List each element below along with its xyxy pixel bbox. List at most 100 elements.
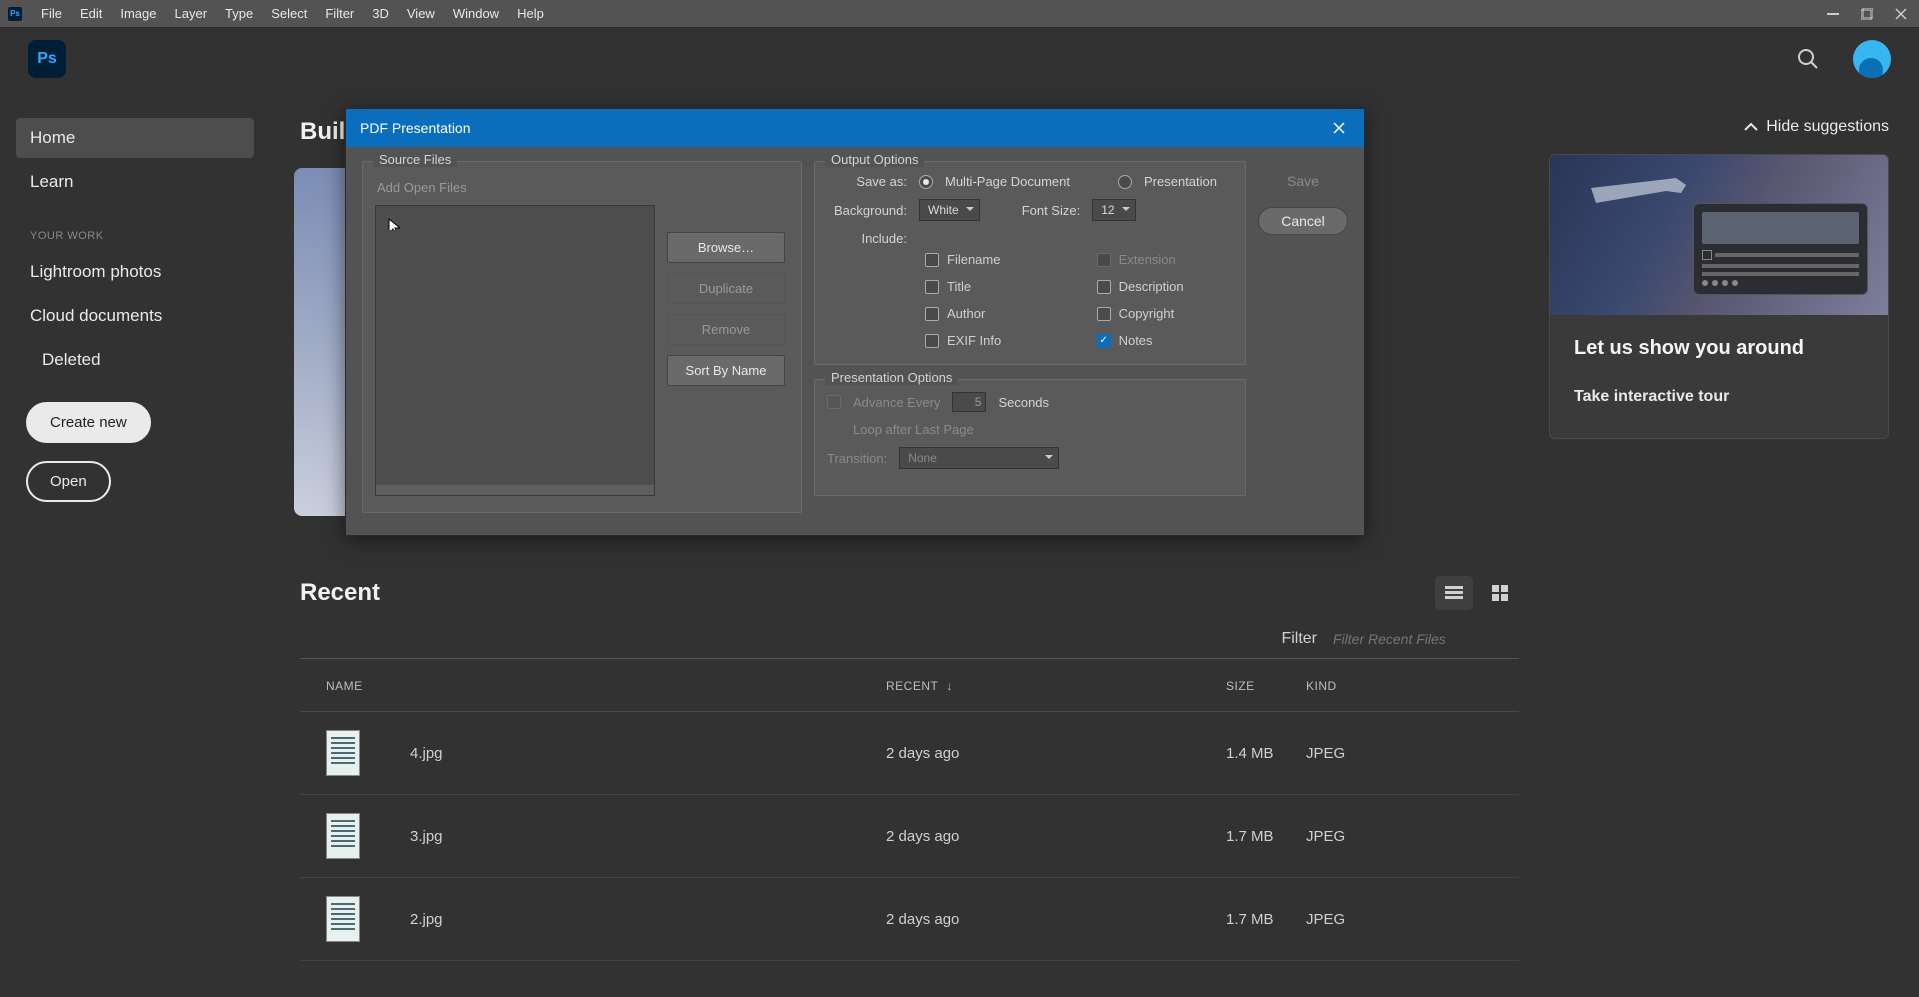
background-dropdown[interactable]: White — [919, 199, 980, 221]
multi-page-radio[interactable] — [919, 175, 933, 189]
table-row[interactable]: 4.jpg 2 days ago 1.4 MB JPEG — [300, 712, 1519, 795]
tour-card-image — [1550, 155, 1888, 315]
grid-view-button[interactable] — [1481, 576, 1519, 610]
menu-help[interactable]: Help — [508, 2, 553, 25]
menu-select[interactable]: Select — [262, 2, 316, 25]
scrollbar-horizontal[interactable] — [376, 485, 654, 495]
menu-bar: Ps File Edit Image Layer Type Select Fil… — [0, 0, 1919, 28]
file-size: 1.7 MB — [1226, 828, 1306, 845]
col-recent[interactable]: RECENT↓ — [886, 679, 1226, 693]
presentation-options-legend: Presentation Options — [825, 370, 958, 385]
sidebar-home[interactable]: Home — [16, 118, 254, 158]
seconds-label: Seconds — [998, 395, 1049, 410]
dialog-title: PDF Presentation — [360, 120, 471, 136]
presentation-radio[interactable] — [1118, 175, 1132, 189]
tour-link[interactable]: Take interactive tour — [1574, 388, 1864, 406]
ps-app-icon: Ps — [28, 40, 66, 78]
maximize-icon[interactable] — [1857, 4, 1877, 24]
notes-checkbox[interactable] — [1097, 334, 1111, 348]
extension-checkbox — [1097, 253, 1111, 267]
source-files-list[interactable] — [375, 205, 655, 496]
copyright-checkbox[interactable] — [1097, 307, 1111, 321]
cancel-button[interactable]: Cancel — [1258, 207, 1348, 235]
search-button[interactable] — [1791, 42, 1825, 76]
exif-label: EXIF Info — [947, 333, 1001, 348]
user-avatar[interactable] — [1853, 40, 1891, 78]
filename-label: Filename — [947, 252, 1000, 267]
title-checkbox[interactable] — [925, 280, 939, 294]
list-icon — [1445, 586, 1463, 600]
loop-label: Loop after Last Page — [853, 422, 974, 437]
menu-file[interactable]: File — [32, 2, 71, 25]
source-files-legend: Source Files — [373, 152, 457, 167]
file-name: 2.jpg — [410, 911, 443, 928]
menu-view[interactable]: View — [398, 2, 444, 25]
filter-input[interactable] — [1333, 631, 1513, 647]
copyright-label: Copyright — [1119, 306, 1175, 321]
browse-button[interactable]: Browse… — [667, 232, 785, 263]
filter-label: Filter — [1281, 630, 1317, 648]
ps-badge-icon: Ps — [8, 7, 22, 21]
chevron-up-icon — [1744, 122, 1758, 132]
font-size-label: Font Size: — [1022, 203, 1081, 218]
file-name: 4.jpg — [410, 745, 443, 762]
menu-type[interactable]: Type — [216, 2, 262, 25]
advance-every-label: Advance Every — [853, 395, 940, 410]
output-options-legend: Output Options — [825, 152, 924, 167]
file-kind: JPEG — [1306, 911, 1493, 928]
sort-by-name-button[interactable]: Sort By Name — [667, 355, 785, 386]
file-size: 1.7 MB — [1226, 911, 1306, 928]
font-size-dropdown[interactable]: 12 — [1092, 199, 1135, 221]
hide-suggestions-button[interactable]: Hide suggestions — [1549, 118, 1889, 136]
description-label: Description — [1119, 279, 1184, 294]
file-thumbnail — [326, 813, 360, 859]
open-button[interactable]: Open — [26, 461, 111, 502]
col-kind[interactable]: KIND — [1306, 679, 1493, 693]
background-label: Background: — [827, 203, 907, 218]
sidebar-deleted[interactable]: Deleted — [16, 340, 254, 380]
transition-dropdown: None — [899, 447, 1059, 469]
presentation-label: Presentation — [1144, 174, 1217, 189]
author-checkbox[interactable] — [925, 307, 939, 321]
file-name: 3.jpg — [410, 828, 443, 845]
file-recent: 2 days ago — [886, 911, 1226, 928]
file-kind: JPEG — [1306, 745, 1493, 762]
author-label: Author — [947, 306, 985, 321]
col-name[interactable]: NAME — [326, 679, 886, 693]
file-size: 1.4 MB — [1226, 745, 1306, 762]
minimize-icon[interactable] — [1823, 4, 1843, 24]
create-new-button[interactable]: Create new — [26, 402, 151, 443]
menu-3d[interactable]: 3D — [363, 2, 398, 25]
include-label: Include: — [827, 231, 907, 246]
save-as-label: Save as: — [827, 174, 907, 189]
menu-window[interactable]: Window — [444, 2, 508, 25]
sidebar-lightroom[interactable]: Lightroom photos — [16, 252, 254, 292]
menu-filter[interactable]: Filter — [316, 2, 363, 25]
tour-title: Let us show you around — [1574, 337, 1864, 360]
exif-checkbox[interactable] — [925, 334, 939, 348]
mini-panel-illustration — [1693, 203, 1868, 295]
sidebar-cloud[interactable]: Cloud documents — [16, 296, 254, 336]
sidebar: Home Learn YOUR WORK Lightroom photos Cl… — [0, 90, 270, 997]
menu-edit[interactable]: Edit — [71, 2, 111, 25]
list-view-button[interactable] — [1435, 576, 1473, 610]
menu-image[interactable]: Image — [111, 2, 165, 25]
save-button: Save — [1258, 167, 1348, 195]
description-checkbox[interactable] — [1097, 280, 1111, 294]
table-row[interactable]: 2.jpg 2 days ago 1.7 MB JPEG — [300, 878, 1519, 961]
menu-layer[interactable]: Layer — [166, 2, 217, 25]
dialog-close-button[interactable] — [1328, 117, 1350, 139]
sidebar-learn[interactable]: Learn — [16, 162, 254, 202]
duplicate-button: Duplicate — [667, 273, 785, 304]
transition-label: Transition: — [827, 451, 887, 466]
recent-heading: Recent — [300, 579, 380, 607]
remove-button: Remove — [667, 314, 785, 345]
filename-checkbox[interactable] — [925, 253, 939, 267]
tour-card[interactable]: Let us show you around Take interactive … — [1549, 154, 1889, 439]
search-icon — [1797, 48, 1819, 70]
multi-page-label: Multi-Page Document — [945, 174, 1070, 189]
file-kind: JPEG — [1306, 828, 1493, 845]
table-row[interactable]: 3.jpg 2 days ago 1.7 MB JPEG — [300, 795, 1519, 878]
close-window-icon[interactable] — [1891, 4, 1911, 24]
col-size[interactable]: SIZE — [1226, 679, 1306, 693]
